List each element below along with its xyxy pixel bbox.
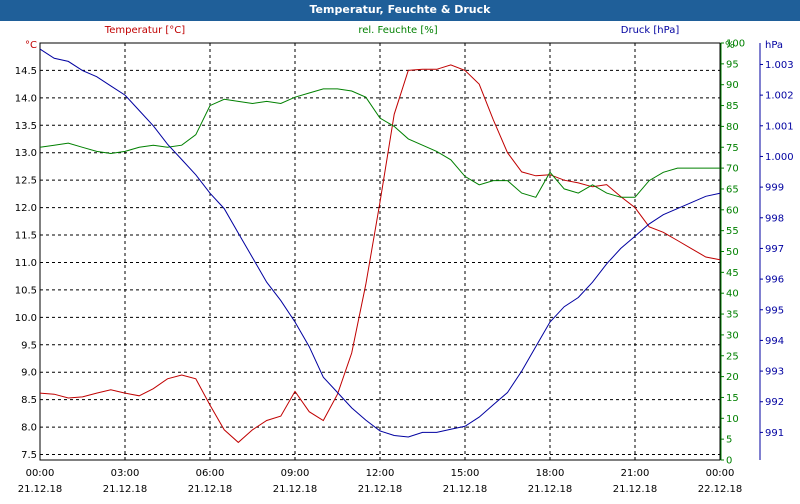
temperature-tick-label: 10.0 (15, 313, 37, 324)
x-tick-label-time: 21:00 (621, 468, 650, 479)
x-tick-label-date: 21.12.18 (528, 484, 573, 495)
humidity-tick-label: 90 (726, 80, 739, 91)
humidity-tick-label: 5 (726, 435, 732, 446)
humidity-tick-label: 40 (726, 289, 739, 300)
humidity-tick-label: 50 (726, 247, 739, 258)
pressure-tick-label: 996 (765, 275, 784, 286)
pressure-tick-label: 995 (765, 305, 784, 316)
humidity-tick-label: 15 (726, 393, 739, 404)
humidity-tick-label: 55 (726, 226, 739, 237)
temperature-tick-label: 10.5 (15, 285, 37, 296)
x-tick-label-time: 06:00 (196, 468, 225, 479)
humidity-tick-label: 60 (726, 205, 739, 216)
pressure-tick-label: 1.002 (765, 91, 794, 102)
x-tick-label-time: 18:00 (536, 468, 565, 479)
x-tick-label-date: 21.12.18 (443, 484, 488, 495)
pressure-tick-label: 992 (765, 397, 784, 408)
temperature-tick-label: 11.0 (15, 258, 37, 269)
pressure-tick-label: 993 (765, 367, 784, 378)
humidity-tick-label: 20 (726, 372, 739, 383)
x-tick-label-date: 21.12.18 (358, 484, 403, 495)
pressure-tick-label: 994 (765, 336, 784, 347)
x-tick-label-date: 21.12.18 (613, 484, 658, 495)
pressure-tick-label: 1.003 (765, 60, 794, 71)
temperature-tick-label: 14.5 (15, 66, 37, 77)
temperature-tick-label: 14.0 (15, 93, 37, 104)
temperature-tick-label: 7.5 (21, 450, 37, 461)
temperature-tick-label: 13.5 (15, 121, 37, 132)
axis-labels: °C Temperatur [°C] rel. Feuchte [%] Druc… (25, 25, 783, 51)
pressure-tick-label: 991 (765, 428, 784, 439)
x-tick-label-time: 12:00 (366, 468, 395, 479)
pressure-tick-label: 1.000 (765, 152, 794, 163)
temperature-tick-label: 12.5 (15, 176, 37, 187)
humidity-tick-label: 80 (726, 122, 739, 133)
x-tick-label-time: 00:00 (26, 468, 55, 479)
humidity-tick-label: 0 (726, 456, 732, 467)
temperature-tick-label: 8.0 (21, 423, 37, 434)
pressure-axis-title: Druck [hPa] (621, 25, 680, 36)
chart-title: Temperatur, Feuchte & Druck (0, 0, 800, 21)
chart-svg: 00:00 21.12.18 03:00 21.12.18 06:00 21.12.18 0… (15, 25, 794, 496)
pressure-tick-label: 1.001 (765, 121, 794, 132)
temperature-tick-label: 9.5 (21, 340, 37, 351)
humidity-tick-label: 75 (726, 143, 739, 154)
temperature-tick-label: 13.0 (15, 148, 37, 159)
humidity-tick-label: 45 (726, 268, 739, 279)
humidity-unit-label: % (725, 40, 735, 51)
temperature-axis-title: Temperatur [°C] (104, 25, 185, 36)
pressure-tick-label: 998 (765, 213, 784, 224)
temperature-tick-label: 12.0 (15, 203, 37, 214)
x-tick-label-time: 09:00 (281, 468, 310, 479)
humidity-tick-label: 70 (726, 164, 739, 175)
humidity-tick-label: 25 (726, 351, 739, 362)
pressure-tick-label: 999 (765, 183, 784, 194)
humidity-axis-title: rel. Feuchte [%] (358, 25, 437, 36)
x-tick-label-date: 21.12.18 (188, 484, 233, 495)
x-tick-label-time: 00:00 (706, 468, 735, 479)
temperature-tick-label: 9.0 (21, 368, 37, 379)
humidity-tick-label: 65 (726, 184, 739, 195)
series (39, 48, 721, 444)
humidity-tick-label: 10 (726, 414, 739, 425)
humidity-tick-label: 35 (726, 310, 739, 321)
pressure-unit-label: hPa (765, 40, 783, 51)
humidity-tick-label: 85 (726, 101, 739, 112)
axes: 00:00 21.12.18 03:00 21.12.18 06:00 21.12.18 0… (15, 39, 794, 496)
temperature-tick-label: 8.5 (21, 395, 37, 406)
x-tick-label-time: 15:00 (451, 468, 480, 479)
x-tick-label-date: 22.12.18 (698, 484, 743, 495)
x-tick-label-time: 03:00 (111, 468, 140, 479)
chart-area: 00:00 21.12.18 03:00 21.12.18 06:00 21.12.18 0… (0, 21, 800, 500)
humidity-tick-label: 30 (726, 330, 739, 341)
x-tick-label-date: 21.12.18 (103, 484, 148, 495)
humidity-tick-label: 95 (726, 59, 739, 70)
x-tick-label-date: 21.12.18 (273, 484, 318, 495)
x-tick-label-date: 21.12.18 (18, 484, 63, 495)
temperature-tick-label: 11.5 (15, 231, 37, 242)
temperature-unit-label: °C (25, 40, 37, 51)
pressure-tick-label: 997 (765, 244, 784, 255)
